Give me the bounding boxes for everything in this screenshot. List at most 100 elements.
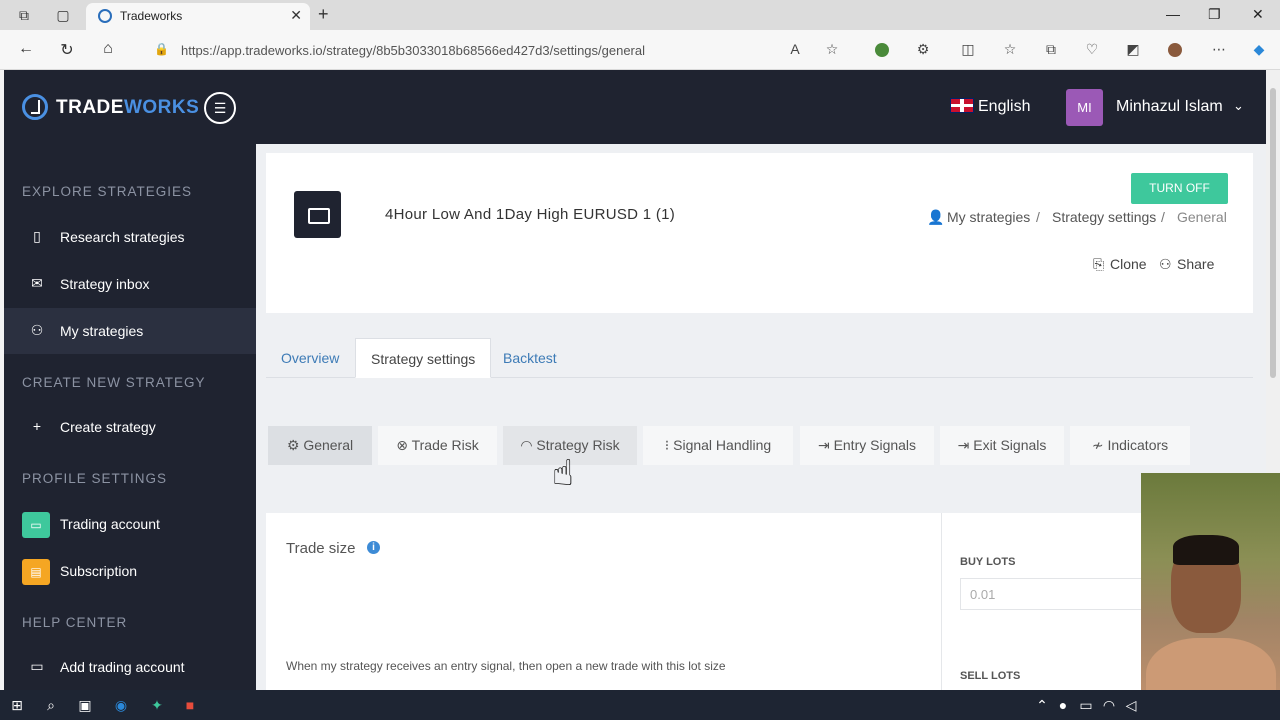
settings-tab-signal-handling[interactable]: ⁝ Signal Handling [643, 426, 793, 465]
uk-flag-icon [950, 98, 974, 113]
settings-tab-general[interactable]: ⚙ General [268, 426, 372, 465]
sidebar-item-label: Research strategies [60, 229, 185, 245]
strategy-chart-icon [294, 191, 341, 238]
chevron-down-icon[interactable]: ⌄ [1233, 98, 1244, 114]
edge-icon[interactable]: ◉ [113, 697, 129, 713]
sidebar-item-my-strategies[interactable]: ⚇ My strategies [4, 308, 256, 354]
app-icon[interactable]: ✦ [149, 697, 165, 713]
copilot-icon[interactable]: ◆ [1249, 41, 1269, 58]
settings-tab-entry-signals[interactable]: ⇥ Entry Signals [800, 426, 934, 465]
share-link[interactable]: Share [1177, 256, 1214, 272]
menu-toggle-button[interactable]: ☰ [204, 92, 236, 124]
sidebar-item-label: My strategies [60, 323, 144, 339]
buy-lots-label: BUY LOTS [960, 556, 1016, 568]
info-icon[interactable]: i [367, 541, 380, 554]
breadcrumb-separator: / [1161, 209, 1165, 225]
battery-icon[interactable]: ▭ [1078, 697, 1094, 713]
tab-backtest[interactable]: Backtest [488, 338, 572, 378]
settings-tab-label: Indicators [1107, 437, 1169, 453]
tab-overview[interactable]: Overview [266, 338, 354, 378]
breadcrumb-my-strategies[interactable]: My strategies [947, 209, 1030, 225]
refresh-icon[interactable]: ↻ [57, 40, 77, 60]
share-icon: ⚇ [1159, 256, 1172, 272]
windows-start-icon[interactable]: ⊞ [9, 697, 25, 713]
back-icon[interactable]: ← [16, 40, 36, 58]
url-field[interactable]: 🔒 https://app.tradeworks.io/strategy/8b5… [142, 35, 852, 65]
restore-icon[interactable]: ❐ [1208, 6, 1221, 23]
sidebar-item-trading-account[interactable]: ▭ Trading account [4, 501, 256, 547]
buy-lots-input[interactable]: 0.01 [960, 578, 1146, 610]
sidebar-item-strategy-inbox[interactable]: ✉ Strategy inbox [4, 261, 256, 307]
home-icon[interactable]: ⌂ [98, 40, 118, 58]
sidebar-section-title: HELP CENTER [22, 615, 128, 630]
favorites-icon[interactable]: ☆ [1000, 41, 1020, 58]
performance-icon[interactable]: ♡ [1082, 41, 1102, 58]
tab-actions-icon[interactable]: ▢ [54, 6, 72, 24]
settings-tab-exit-signals[interactable]: ⇥ Exit Signals [940, 426, 1064, 465]
sidebar-item-label: Strategy inbox [60, 276, 150, 292]
close-tab-icon[interactable]: ✕ [290, 7, 302, 24]
sidebar-item-label: Trading account [60, 516, 160, 532]
search-icon[interactable]: ⌕ [43, 697, 59, 713]
sidebar-item-subscription[interactable]: ▤ Subscription [4, 548, 256, 594]
strategy-title: 4Hour Low And 1Day High EURUSD 1 (1) [385, 206, 676, 223]
user-name[interactable]: Minhazul Islam [1116, 98, 1223, 116]
main-content: 4Hour Low And 1Day High EURUSD 1 (1) TUR… [257, 144, 1266, 690]
user-avatar[interactable]: MI [1066, 89, 1103, 126]
sidebar-section-title: PROFILE SETTINGS [22, 471, 168, 486]
workspaces-icon[interactable]: ⧉ [15, 6, 33, 24]
url-text: https://app.tradeworks.io/strategy/8b5b3… [181, 43, 646, 58]
volume-icon[interactable]: ◁ [1123, 697, 1139, 713]
user-icon: ⚇ [30, 322, 44, 338]
clone-icon: ⎘ [1093, 256, 1105, 272]
turn-off-button[interactable]: TURN OFF [1131, 173, 1228, 204]
sidebar-section-title: EXPLORE STRATEGIES [22, 184, 193, 199]
hand-cursor-icon: ☝ [552, 452, 574, 493]
indicators-icon: ≁ [1091, 437, 1108, 453]
recorder-icon[interactable]: ■ [182, 697, 198, 713]
tab-strategy-settings[interactable]: Strategy settings [355, 338, 492, 378]
tray-chevron-icon[interactable]: ⌃ [1034, 697, 1050, 713]
collections-icon[interactable]: ⧉ [1041, 41, 1061, 58]
scrollbar-thumb[interactable] [1270, 88, 1276, 378]
sidebar-item-create-strategy[interactable]: + Create strategy [4, 404, 256, 450]
signal-handling-icon: ⁝ [664, 437, 674, 453]
sidebar-item-research-strategies[interactable]: ▯ Research strategies [4, 214, 256, 260]
tradeworks-app: TRADEWORKS ☰ English MI Minhazul Islam ⌄… [4, 70, 1266, 690]
read-aloud-icon[interactable]: A [785, 41, 805, 57]
profile-avatar-icon[interactable] [1168, 43, 1182, 57]
browser-tab[interactable]: Tradeworks ✕ [86, 3, 310, 30]
more-options-icon[interactable]: ⋯ [1209, 41, 1229, 58]
sidebar-section-title: CREATE NEW STRATEGY [22, 375, 206, 390]
minimize-icon[interactable]: — [1166, 6, 1180, 22]
sidebar-item-add-trading-account[interactable]: ▭ Add trading account [4, 644, 256, 690]
language-selector[interactable]: English [950, 98, 1030, 116]
settings-tab-indicators[interactable]: ≁ Indicators [1070, 426, 1190, 465]
clone-link[interactable]: Clone [1110, 256, 1147, 272]
favorite-star-icon[interactable]: ☆ [822, 41, 842, 58]
wallet-icon: ▭ [30, 658, 44, 674]
address-bar-row: ← ↻ ⌂ 🔒 https://app.tradeworks.io/strate… [0, 30, 1280, 70]
gauge-icon: ◠ [520, 437, 537, 453]
page-tabs: Overview Strategy settings Backtest [266, 338, 1253, 378]
settings-tab-label: Entry Signals [833, 437, 917, 453]
task-view-icon[interactable]: ▣ [77, 697, 93, 713]
tradeworks-favicon-icon [98, 9, 112, 23]
split-screen-icon[interactable]: ◫ [958, 41, 978, 58]
edge-extension-icon[interactable]: ◩ [1123, 41, 1143, 58]
close-window-icon[interactable]: ✕ [1252, 6, 1264, 23]
extension-icon[interactable] [875, 43, 889, 57]
settings-tab-trade-risk[interactable]: ⊗ Trade Risk [378, 426, 497, 465]
tradeworks-logo-icon[interactable] [22, 94, 48, 120]
gear-icon: ⚙ [286, 437, 304, 453]
new-tab-icon[interactable]: + [318, 4, 329, 25]
microphone-icon[interactable]: ● [1055, 697, 1071, 713]
inbox-icon: ✉ [31, 275, 43, 291]
breadcrumb-strategy-settings[interactable]: Strategy settings [1052, 209, 1156, 225]
wifi-icon[interactable]: ◠ [1101, 697, 1117, 713]
trade-risk-icon: ⊗ [396, 437, 412, 453]
brand-name[interactable]: TRADEWORKS [56, 97, 199, 119]
extensions-puzzle-icon[interactable]: ⚙ [913, 41, 933, 58]
trade-size-panel: Trade size i When my strategy receives a… [266, 513, 1146, 690]
cart-icon: ▤ [22, 559, 50, 585]
